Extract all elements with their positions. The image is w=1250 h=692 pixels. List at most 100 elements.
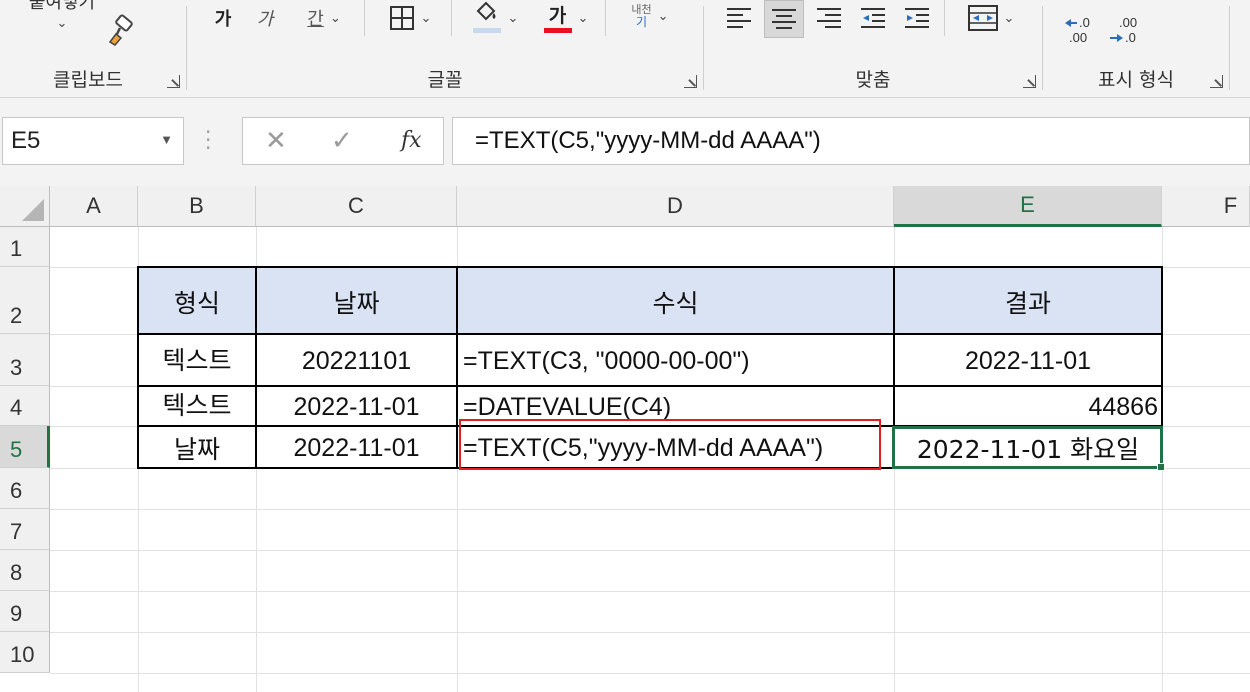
svg-text:.0: .0: [1125, 30, 1136, 45]
fill-bucket-icon: [476, 1, 496, 21]
table-cell-formula[interactable]: =TEXT(C3, "0000-00-00"): [457, 334, 894, 386]
name-box[interactable]: E5 ▼: [2, 117, 184, 165]
increase-decimal-button[interactable]: .0 .00: [1061, 14, 1103, 48]
chevron-down-icon: ⌄: [1003, 10, 1015, 26]
italic-button[interactable]: 가: [251, 2, 279, 34]
table-cell-date[interactable]: 2022-11-01: [256, 426, 457, 468]
font-color-button[interactable]: 가 ⌄: [537, 0, 595, 36]
underline-button[interactable]: 간 ⌄: [293, 2, 355, 34]
chevron-down-icon: ⌄: [329, 10, 341, 26]
row-header-9[interactable]: 9: [0, 591, 50, 632]
table-cell-date[interactable]: 2022-11-01: [256, 386, 457, 426]
align-left-button[interactable]: [722, 2, 756, 34]
row-header-2[interactable]: 2: [0, 267, 50, 334]
table-header-format[interactable]: 형식: [138, 267, 256, 334]
row-header-10[interactable]: 10: [0, 632, 50, 673]
font-color-swatch: [543, 28, 572, 33]
decrease-decimal-button[interactable]: .00 .0: [1107, 14, 1149, 48]
table-border: [137, 266, 139, 469]
table-border: [137, 385, 1163, 387]
formula-text: =TEXT(C5,"yyyy-MM-dd AAAA"): [475, 127, 821, 154]
increase-indent-button[interactable]: [900, 2, 934, 34]
divider: [451, 0, 452, 36]
worksheet-grid: A B C D E F 1 2 3 4 5 6 7 8 9 10 형식 날짜 수…: [0, 186, 1250, 692]
row-header-3[interactable]: 3: [0, 334, 50, 386]
table-cell-result[interactable]: 2022-11-01: [894, 334, 1162, 386]
svg-text:.00: .00: [1119, 15, 1137, 30]
table-border: [255, 266, 257, 469]
table-header-date[interactable]: 날짜: [256, 267, 457, 334]
row-header-7[interactable]: 7: [0, 509, 50, 550]
ribbon: 붙여넣기 ⌄ 클립보드 가 가 간 ⌄ ⌄ ⌄ 가 ⌄ 내천 기 ⌄ 글꼴 ⌄ …: [0, 0, 1250, 98]
enter-icon[interactable]: ✓: [331, 126, 353, 156]
divider: [944, 0, 945, 36]
column-header-c[interactable]: C: [256, 186, 457, 227]
table-cell-format[interactable]: 텍스트: [138, 334, 256, 382]
chevron-down-icon[interactable]: ▼: [160, 132, 173, 147]
svg-text:.00: .00: [1069, 30, 1087, 45]
column-header-d[interactable]: D: [457, 186, 894, 227]
merge-center-button[interactable]: ⌄: [958, 0, 1024, 36]
table-cell-date[interactable]: 20221101: [256, 334, 457, 386]
table-cell-format[interactable]: 텍스트: [138, 384, 256, 422]
fill-handle[interactable]: [1157, 463, 1165, 471]
paste-button[interactable]: 붙여넣기 ⌄: [22, 0, 102, 32]
align-center-icon: [772, 9, 796, 29]
row-header-6[interactable]: 6: [0, 468, 50, 509]
gridline: [50, 509, 1250, 510]
active-cell-outline[interactable]: [892, 426, 1163, 469]
table-cell-result[interactable]: 44866: [894, 386, 1162, 426]
formula-input[interactable]: =TEXT(C5,"yyyy-MM-dd AAAA"): [452, 117, 1250, 165]
decrease-indent-icon: [861, 8, 885, 28]
column-header-e[interactable]: E: [894, 186, 1162, 227]
row-header-5[interactable]: 5: [0, 426, 50, 468]
name-box-value: E5: [11, 127, 41, 154]
bold-button[interactable]: 가: [209, 2, 237, 34]
resize-handle-icon[interactable]: · · ·: [205, 122, 211, 158]
decrease-indent-button[interactable]: [856, 2, 890, 34]
fill-color-swatch: [472, 28, 501, 33]
formula-actions: ✕ ✓ fx: [242, 117, 444, 165]
chevron-down-icon: ⌄: [657, 8, 669, 24]
formula-highlight-box: [459, 419, 881, 470]
table-border: [456, 266, 458, 469]
phonetic-button[interactable]: 내천 기 ⌄: [619, 0, 681, 36]
cancel-icon[interactable]: ✕: [265, 126, 287, 156]
table-cell-format[interactable]: 날짜: [138, 426, 256, 468]
paste-dropdown-icon: ⌄: [56, 16, 68, 31]
align-right-button[interactable]: [812, 2, 846, 34]
insert-function-icon[interactable]: fx: [401, 128, 422, 153]
column-header-b[interactable]: B: [138, 186, 256, 227]
align-center-button[interactable]: [764, 0, 804, 38]
clipboard-group: 붙여넣기 ⌄ 클립보드: [0, 0, 186, 97]
borders-button[interactable]: ⌄: [379, 2, 441, 34]
row-header-8[interactable]: 8: [0, 550, 50, 591]
row-header-4[interactable]: 4: [0, 386, 50, 426]
gridline: [50, 632, 1250, 633]
row-header-1[interactable]: 1: [0, 227, 50, 267]
select-all-button[interactable]: [0, 186, 50, 227]
chevron-down-icon: ⌄: [577, 10, 589, 26]
table-header-formula[interactable]: 수식: [457, 267, 894, 334]
number-launcher-icon[interactable]: [1210, 75, 1223, 88]
align-right-icon: [817, 8, 841, 28]
merge-cells-icon: [967, 5, 998, 31]
table-border: [137, 266, 1163, 268]
font-group-label: 글꼴: [427, 69, 463, 91]
chevron-down-icon: ⌄: [507, 10, 519, 26]
chevron-down-icon: ⌄: [420, 10, 432, 26]
column-header-a[interactable]: A: [50, 186, 138, 227]
table-header-result[interactable]: 결과: [894, 267, 1162, 334]
column-header-f[interactable]: F: [1162, 186, 1250, 227]
alignment-launcher-icon[interactable]: [1023, 75, 1036, 88]
italic-icon: 가: [256, 9, 274, 30]
clipboard-launcher-icon[interactable]: [167, 75, 180, 88]
font-color-icon: 가: [548, 5, 567, 27]
bold-icon: 가: [214, 9, 232, 30]
align-left-icon: [727, 8, 751, 28]
number-group: .0 .00 .00 .0 표시 형식: [1043, 0, 1229, 97]
fill-color-button[interactable]: ⌄: [465, 0, 525, 36]
font-launcher-icon[interactable]: [684, 75, 697, 88]
format-painter-button[interactable]: [104, 14, 138, 48]
borders-icon: [389, 6, 414, 30]
